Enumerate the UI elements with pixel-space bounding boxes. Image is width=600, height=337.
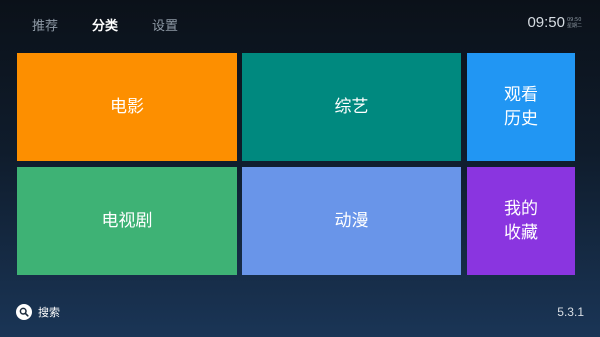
clock-time: 09:50 bbox=[527, 14, 565, 31]
tile-variety[interactable]: 综艺 bbox=[242, 53, 461, 161]
tile-watch-history[interactable]: 观看 历史 bbox=[467, 53, 575, 161]
category-grid: 电影 综艺 观看 历史 电视剧 动漫 我的 收藏 bbox=[17, 53, 575, 275]
tab-category[interactable]: 分类 bbox=[92, 18, 118, 36]
tile-variety-label: 综艺 bbox=[334, 97, 369, 117]
tab-settings[interactable]: 设置 bbox=[152, 18, 178, 36]
search-button[interactable]: 搜索 bbox=[16, 304, 60, 320]
search-icon bbox=[16, 304, 32, 320]
tile-movie[interactable]: 电影 bbox=[17, 53, 237, 161]
clock-small: 09:50 星期二 bbox=[567, 17, 582, 29]
clock-small-bottom: 星期二 bbox=[566, 23, 582, 29]
version-label: 5.3.1 bbox=[557, 305, 584, 319]
top-nav: 推荐 分类 设置 bbox=[32, 18, 178, 36]
tile-movie-label: 电影 bbox=[110, 97, 144, 117]
tile-favorites[interactable]: 我的 收藏 bbox=[467, 167, 575, 275]
tile-anime-label: 动漫 bbox=[334, 211, 369, 231]
tile-favorites-label: 我的 收藏 bbox=[504, 199, 538, 243]
tile-watch-history-label: 观看 历史 bbox=[504, 85, 538, 129]
tile-anime[interactable]: 动漫 bbox=[242, 167, 461, 275]
tile-tv-series[interactable]: 电视剧 bbox=[17, 167, 237, 275]
tab-recommend[interactable]: 推荐 bbox=[32, 18, 58, 36]
search-label: 搜索 bbox=[38, 306, 60, 319]
tile-tv-series-label: 电视剧 bbox=[101, 211, 153, 231]
clock: 09:50 09:50 星期二 bbox=[527, 14, 582, 32]
